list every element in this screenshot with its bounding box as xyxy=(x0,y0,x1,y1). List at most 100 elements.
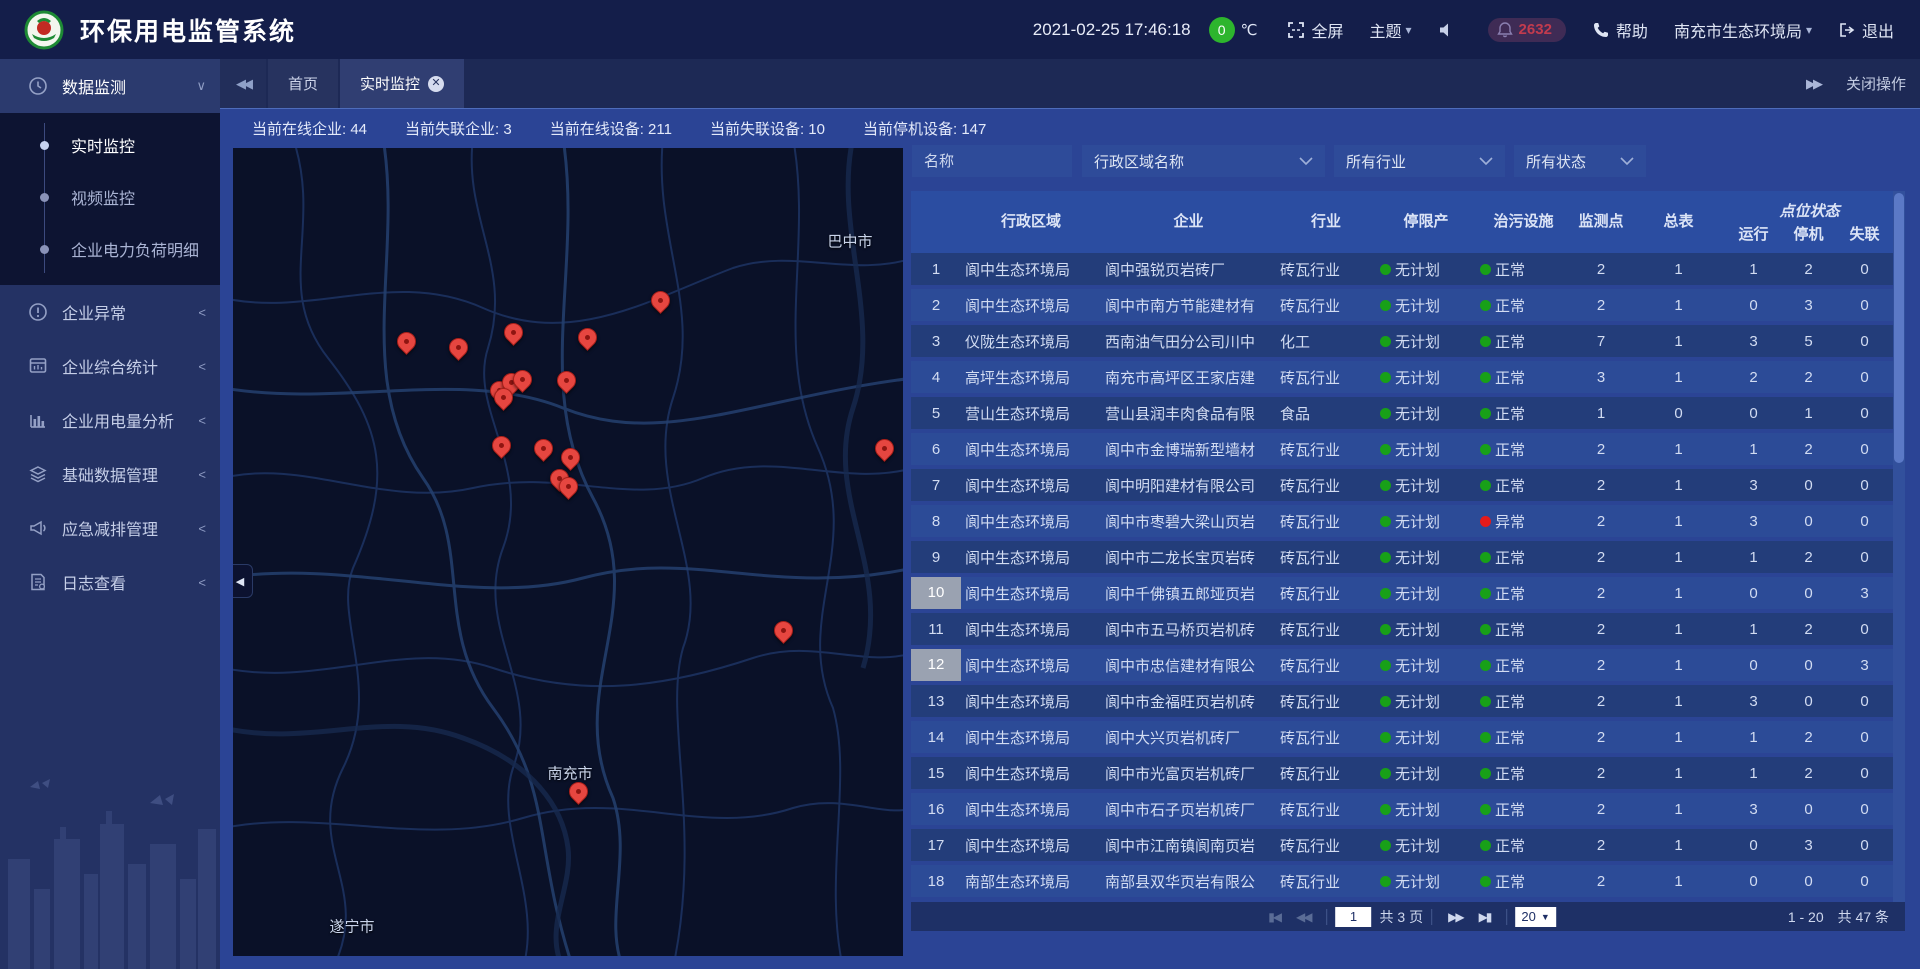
stat-item-2: 当前在线设备: 211 xyxy=(550,118,672,139)
cell-limit-status: 无计划 xyxy=(1376,583,1476,604)
facility-status-text: 正常 xyxy=(1495,295,1525,316)
theme-label: 主题 xyxy=(1370,18,1402,42)
sidebar-subitem-0[interactable]: 实时监控 xyxy=(0,119,220,171)
table-row-5[interactable]: 5营山生态环境局营山县润丰肉食品有限食品无计划正常10010 xyxy=(911,397,1893,429)
sidebar-item-label: 企业综合统计 xyxy=(62,354,198,378)
cell-limit-status: 无计划 xyxy=(1376,871,1476,892)
table-row-13[interactable]: 13阆中生态环境局阆中市金福旺页岩机砖砖瓦行业无计划正常21300 xyxy=(911,685,1893,717)
map[interactable]: 巴中市南充市遂宁市 ◀ xyxy=(233,148,903,956)
last-page-button[interactable]: ▶▮ xyxy=(1479,910,1491,924)
logout-button[interactable]: 退出 xyxy=(1838,18,1894,42)
cell-company: 阆中市枣碧大梁山页岩 xyxy=(1101,511,1276,532)
cell-industry: 砖瓦行业 xyxy=(1276,835,1376,856)
industry-filter-select[interactable]: 所有行业 xyxy=(1334,145,1505,177)
notification-button[interactable]: 2632 xyxy=(1488,18,1566,42)
cell-limit-status: 无计划 xyxy=(1376,403,1476,424)
sidebar-subitem-1[interactable]: 视频监控 xyxy=(0,171,220,223)
next-page-button[interactable]: ▶▶ xyxy=(1448,910,1462,924)
limit-status-text: 无计划 xyxy=(1395,475,1440,496)
tab-0[interactable]: 首页 xyxy=(268,59,338,108)
page-number-input[interactable] xyxy=(1336,907,1372,927)
help-button[interactable]: 帮助 xyxy=(1592,18,1648,42)
sidebar-item-3[interactable]: 企业用电量分析< xyxy=(0,393,220,447)
table-row-11[interactable]: 11阆中生态环境局阆中市五马桥页岩机砖砖瓦行业无计划正常21120 xyxy=(911,613,1893,645)
temperature-unit: ℃ xyxy=(1241,21,1258,39)
sidebar-item-5[interactable]: 应急减排管理< xyxy=(0,501,220,555)
status-dot-icon xyxy=(1380,516,1391,527)
cell-running: 0 xyxy=(1726,837,1781,854)
table-row-15[interactable]: 15阆中生态环境局阆中市光富页岩机砖厂砖瓦行业无计划正常21120 xyxy=(911,757,1893,789)
name-filter-input[interactable] xyxy=(924,153,1060,170)
mute-button[interactable] xyxy=(1438,21,1462,39)
facility-status-text: 正常 xyxy=(1495,619,1525,640)
cell-monitor-points: 2 xyxy=(1571,549,1631,566)
cell-running: 2 xyxy=(1726,369,1781,386)
page-size-select[interactable]: 20 ▼ xyxy=(1515,907,1555,927)
cell-lost: 3 xyxy=(1836,657,1893,674)
table-row-3[interactable]: 3仪陇生态环境局西南油气田分公司川中化工无计划正常71350 xyxy=(911,325,1893,357)
column-header-6: 总表 xyxy=(1631,191,1726,249)
table-row-6[interactable]: 6阆中生态环境局阆中市金博瑞新型墙材砖瓦行业无计划正常21120 xyxy=(911,433,1893,465)
cell-limit-status: 无计划 xyxy=(1376,547,1476,568)
org-dropdown[interactable]: 南充市生态环境局 ▾ xyxy=(1674,18,1812,42)
table-row-4[interactable]: 4高坪生态环境局南充市高坪区王家店建砖瓦行业无计划正常31220 xyxy=(911,361,1893,393)
cell-industry: 砖瓦行业 xyxy=(1276,619,1376,640)
facility-status-text: 正常 xyxy=(1495,691,1525,712)
status-dot-icon xyxy=(1480,588,1491,599)
cell-industry: 砖瓦行业 xyxy=(1276,763,1376,784)
bar-chart-icon xyxy=(28,410,48,430)
monitor-clock-icon xyxy=(28,76,48,96)
table-row-1[interactable]: 1阆中生态环境局阆中强锐页岩砖厂砖瓦行业无计划正常21120 xyxy=(911,253,1893,285)
table-row-14[interactable]: 14阆中生态环境局阆中大兴页岩机砖厂砖瓦行业无计划正常21120 xyxy=(911,721,1893,753)
table-row-2[interactable]: 2阆中生态环境局阆中市南方节能建材有砖瓦行业无计划正常21030 xyxy=(911,289,1893,321)
sidebar-item-0[interactable]: 数据监测∨ xyxy=(0,59,220,113)
cell-company: 阆中市南方节能建材有 xyxy=(1101,295,1276,316)
sidebar-item-1[interactable]: 企业异常< xyxy=(0,285,220,339)
table-row-7[interactable]: 7阆中生态环境局阆中明阳建材有限公司砖瓦行业无计划正常21300 xyxy=(911,469,1893,501)
facility-status-text: 正常 xyxy=(1495,871,1525,892)
name-filter[interactable] xyxy=(912,145,1072,177)
bullet-dot-icon xyxy=(40,141,49,150)
table-row-8[interactable]: 8阆中生态环境局阆中市枣碧大梁山页岩砖瓦行业无计划异常21300 xyxy=(911,505,1893,537)
table-row-9[interactable]: 9阆中生态环境局阆中市二龙长宝页岩砖砖瓦行业无计划正常21120 xyxy=(911,541,1893,573)
cell-total-meters: 1 xyxy=(1631,513,1726,530)
theme-button[interactable]: 主题 ▾ xyxy=(1370,18,1412,42)
divider xyxy=(1327,909,1328,925)
sub-column-header-1: 停机 xyxy=(1781,223,1836,249)
close-operations-button[interactable]: 关闭操作 xyxy=(1846,73,1906,94)
cell-industry: 砖瓦行业 xyxy=(1276,295,1376,316)
table-row-12[interactable]: 12阆中生态环境局阆中市忠信建材有限公砖瓦行业无计划正常21003 xyxy=(911,649,1893,681)
status-filter-select[interactable]: 所有状态 xyxy=(1514,145,1646,177)
cell-running: 0 xyxy=(1726,657,1781,674)
region-filter-select[interactable]: 行政区域名称 xyxy=(1082,145,1325,177)
cell-row-number: 9 xyxy=(911,549,961,566)
table-row-18[interactable]: 18南部生态环境局南部县双华页岩有限公砖瓦行业无计划正常21000 xyxy=(911,865,1893,897)
table-row-16[interactable]: 16阆中生态环境局阆中市石子页岩机砖厂砖瓦行业无计划正常21300 xyxy=(911,793,1893,825)
fullscreen-button[interactable]: 全屏 xyxy=(1287,18,1343,42)
pagination-bar: ▮◀ ◀◀ 共 3 页 ▶▶ ▶▮ 20 ▼ 1 - 20 共 xyxy=(911,902,1905,931)
cell-region: 阆中生态环境局 xyxy=(961,439,1101,460)
tab-close-icon[interactable]: ✕ xyxy=(428,76,444,92)
sidebar-item-4[interactable]: 基础数据管理< xyxy=(0,447,220,501)
table-row-10[interactable]: 10阆中生态环境局阆中千佛镇五郎垭页岩砖瓦行业无计划正常21003 xyxy=(911,577,1893,609)
cell-running: 3 xyxy=(1726,693,1781,710)
table-scrollbar[interactable] xyxy=(1893,191,1905,902)
tab-1[interactable]: 实时监控✕ xyxy=(340,59,464,108)
status-dot-icon xyxy=(1480,732,1491,743)
scrollbar-thumb[interactable] xyxy=(1894,193,1904,463)
map-collapse-button[interactable]: ◀ xyxy=(233,564,253,598)
first-page-button[interactable]: ▮◀ xyxy=(1268,910,1280,924)
sidebar-item-6[interactable]: 日志查看< xyxy=(0,555,220,609)
cell-industry: 砖瓦行业 xyxy=(1276,259,1376,280)
prev-page-button[interactable]: ◀◀ xyxy=(1296,910,1310,924)
limit-status-text: 无计划 xyxy=(1395,331,1440,352)
sidebar-item-2[interactable]: 企业综合统计< xyxy=(0,339,220,393)
table-row-17[interactable]: 17阆中生态环境局阆中市江南镇阆南页岩砖瓦行业无计划正常21030 xyxy=(911,829,1893,861)
tabs-scroll-left-button[interactable]: ◀◀ xyxy=(220,59,266,108)
tabs-scroll-right-button[interactable]: ▶▶ xyxy=(1806,76,1820,92)
cell-total-meters: 1 xyxy=(1631,801,1726,818)
cell-facility-status: 正常 xyxy=(1476,367,1571,388)
status-dot-icon xyxy=(1480,336,1491,347)
stats-window-icon xyxy=(28,356,48,376)
sidebar-subitem-2[interactable]: 企业电力负荷明细 xyxy=(0,223,220,275)
